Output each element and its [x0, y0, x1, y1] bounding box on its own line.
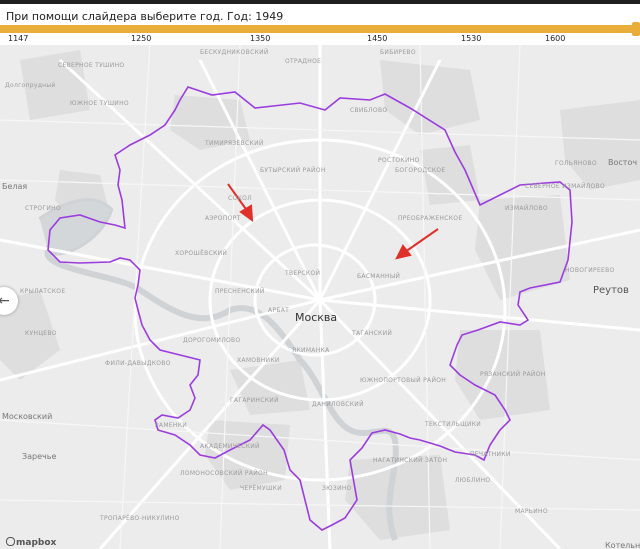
place-label: Белая — [2, 182, 28, 191]
place-label: Котельн — [605, 541, 640, 549]
district-label: ГОЛЬЯНОВО — [555, 160, 597, 167]
slider-tick-1350: 1350 — [250, 34, 271, 43]
district-label: ДОРОГОМИЛОВО — [183, 337, 241, 344]
slider-tick-1250: 1250 — [131, 34, 152, 43]
road — [318, 299, 332, 549]
district-label: АКАДЕМИЧЕСКИЙ — [200, 443, 260, 450]
district-label: ТРОПАРЁВО-НИКУЛИНО — [100, 515, 180, 522]
district-label: ТАГАНСКИЙ — [352, 330, 393, 337]
district-label: БУТЫРСКИЙ РАЙОН — [260, 167, 326, 174]
district-label: ХОРОШЁВСКИЙ — [175, 250, 228, 257]
place-label: Московский — [2, 412, 53, 421]
red-arrow-north-head — [239, 204, 254, 223]
city-label-moscow: Москва — [295, 311, 338, 324]
district-label: ИЗМАЙЛОВО — [505, 205, 548, 212]
district-label: СВИБЛОВО — [350, 107, 388, 114]
arrow-left-icon: ← — [0, 293, 10, 309]
district-label: ОТРАДНОЕ — [285, 58, 322, 65]
district-label: КУНЦЕВО — [25, 330, 57, 337]
district-label: АРБАТ — [268, 307, 290, 314]
district-label: ПЕЧАТНИКИ — [470, 451, 511, 458]
district-label: ЮЖНОЕ ТУШИНО — [70, 100, 129, 107]
park-area — [205, 420, 290, 490]
district-label: ПРЕОБРАЖЕНСКОЕ — [398, 215, 463, 222]
district-label: ТИМИРЯЗЕВСКИЙ — [205, 140, 264, 147]
place-label: Восточ — [608, 158, 638, 167]
district-label: ХАМОВНИКИ — [237, 357, 280, 364]
place-label: Реутов — [593, 285, 629, 296]
district-label: БЕСКУДНИКОВСКИЙ — [200, 49, 269, 56]
district-label: СЕВЕРНОЕ ИЗМАЙЛОВО — [525, 183, 606, 190]
park-area — [380, 60, 480, 135]
district-label: БИБИРЕВО — [380, 49, 416, 56]
slider-tick-1147: 1147 — [8, 34, 29, 43]
district-label: РЯЗАНСКИЙ РАЙОН — [480, 371, 546, 378]
slider-tick-1530: 1530 — [461, 34, 482, 43]
district-label: ЧЕРЁМУШКИ — [240, 485, 283, 492]
district-label: ПРЕСНЕНСКИЙ — [215, 288, 265, 295]
district-label: ЛЮБЛИНО — [455, 477, 491, 484]
park-area — [560, 100, 640, 190]
map-view[interactable]: Долгопрудный СЕВЕРНОЕ ТУШИНО ЮЖНОЕ ТУШИН… — [0, 45, 640, 549]
district-label: ЛОМОНОСОВСКИЙ РАЙОН — [180, 470, 268, 477]
district-label: ТЕКСТИЛЬЩИКИ — [425, 421, 482, 428]
mapbox-icon — [6, 537, 15, 546]
city-boundary-1949 — [47, 86, 573, 531]
district-label: НАГАТИНСКИЙ ЗАТОН — [373, 457, 448, 464]
district-label: СЕВЕРНОЕ ТУШИНО — [58, 62, 125, 69]
district-label: РАМЕНКИ — [155, 422, 188, 429]
park-area — [345, 455, 450, 540]
attribution-text: mapbox — [16, 538, 57, 548]
page-title: При помощи слайдера выберите год. Год: 1… — [6, 10, 284, 23]
top-bar — [0, 0, 640, 4]
map-canvas — [0, 45, 640, 549]
minor-road — [0, 419, 640, 461]
district-label: БАСМАННЫЙ — [357, 273, 401, 280]
year-slider-handle[interactable] — [632, 22, 640, 36]
district-label: НОВОГИРЕЕВО — [565, 267, 615, 274]
slider-tick-1450: 1450 — [367, 34, 388, 43]
slider-tick-1600: 1600 — [545, 34, 566, 43]
district-label: ГАГАРИНСКИЙ — [230, 397, 279, 404]
district-label: ТВЕРСКОЙ — [285, 270, 321, 277]
place-label: Заречье — [22, 452, 57, 461]
district-label: СТРОГИНО — [25, 205, 61, 212]
mapbox-logo: mapbox — [6, 537, 56, 548]
district-label: АЭРОПОРТ — [205, 215, 241, 222]
district-label: ЯКИМАНКА — [292, 347, 330, 354]
district-label: ФИЛИ-ДАВЫДКОВО — [105, 360, 171, 367]
district-label: БОГОРОДСКОЕ — [395, 167, 446, 174]
district-label: ЮЖНОПОРТОВЫЙ РАЙОН — [360, 377, 447, 384]
district-label: СОКОЛ — [228, 195, 252, 202]
red-arrow-east-head — [395, 244, 412, 260]
district-label: РОСТОКИНО — [378, 157, 420, 164]
district-label: МАРЬИНО — [515, 508, 548, 515]
district-label: ЗЮЗИНО — [322, 485, 352, 492]
district-label: Долгопрудный — [5, 82, 56, 89]
park-area — [420, 145, 480, 205]
year-slider-track[interactable] — [0, 25, 640, 33]
district-label: ДАНИЛОВСКИЙ — [312, 401, 364, 408]
district-label: КРЫЛАТСКОЕ — [20, 288, 66, 295]
